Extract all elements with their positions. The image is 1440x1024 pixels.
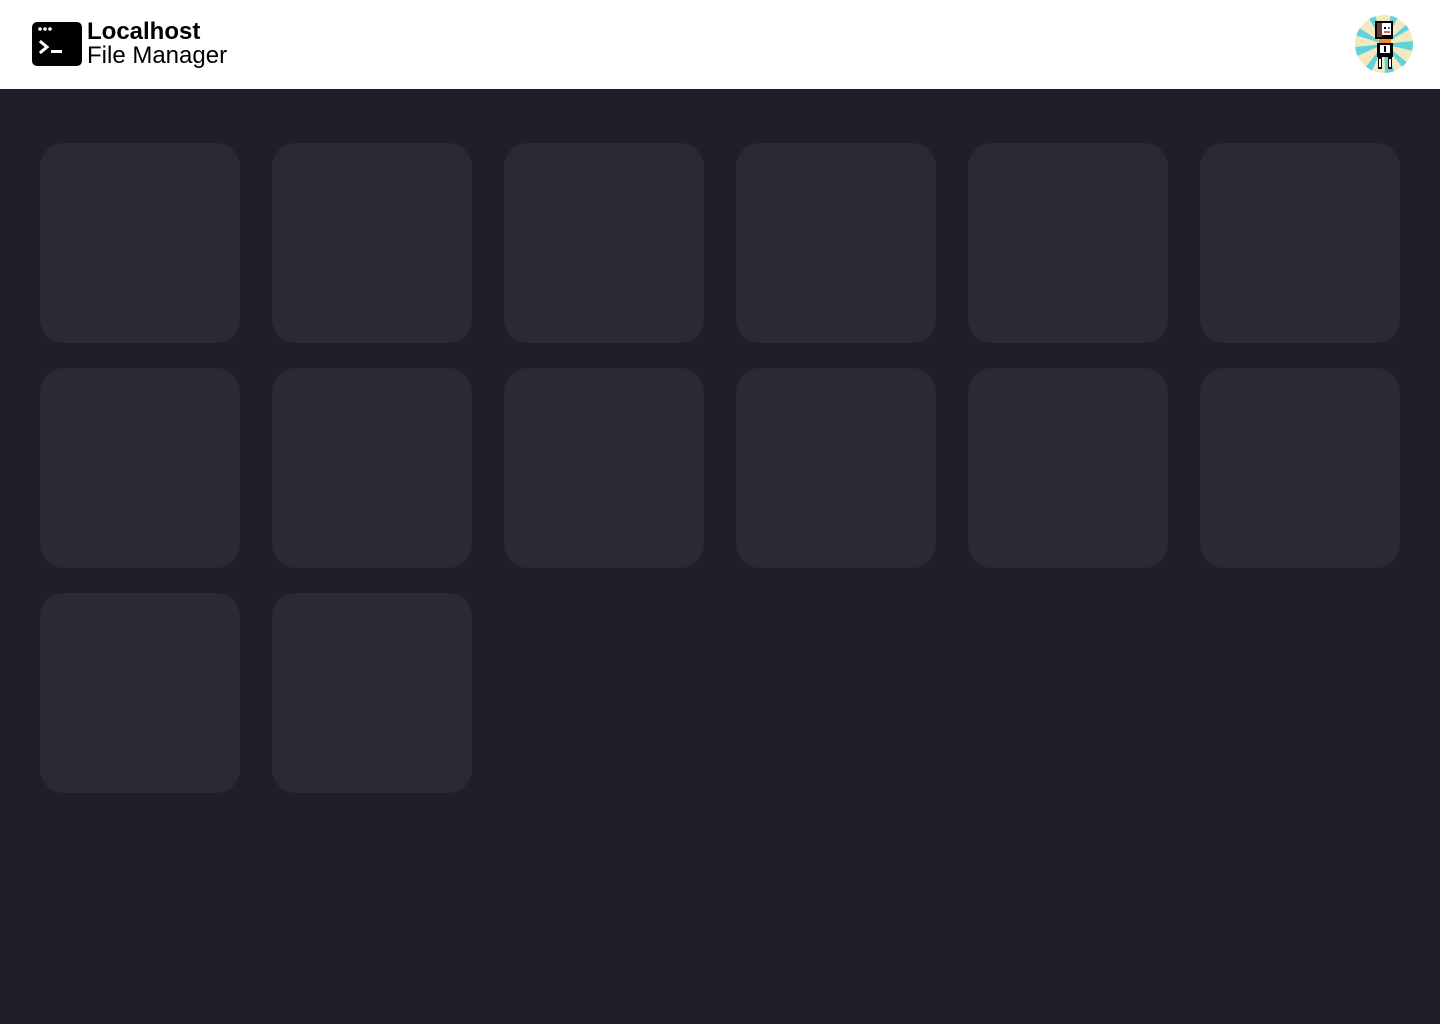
file-tile-placeholder[interactable]: [968, 368, 1168, 568]
terminal-icon: [32, 22, 82, 66]
brand-text: Localhost File Manager: [87, 20, 227, 68]
brand-subtitle: File Manager: [87, 42, 228, 69]
app-header: Localhost File Manager: [0, 0, 1440, 89]
brand-home-link[interactable]: Localhost File Manager: [32, 18, 227, 70]
brand-title: Localhost: [87, 18, 201, 45]
file-tile-placeholder[interactable]: [736, 143, 936, 343]
file-tile-placeholder[interactable]: [272, 593, 472, 793]
file-tile-placeholder[interactable]: [504, 368, 704, 568]
file-tile-placeholder[interactable]: [40, 368, 240, 568]
file-tile-placeholder[interactable]: [968, 143, 1168, 343]
file-tile-placeholder[interactable]: [1200, 368, 1400, 568]
file-tile-placeholder[interactable]: [40, 593, 240, 793]
file-tile-placeholder[interactable]: [272, 143, 472, 343]
pixel-avatar-icon: [1355, 15, 1413, 73]
user-avatar[interactable]: [1355, 15, 1413, 73]
file-tile-placeholder[interactable]: [1200, 143, 1400, 343]
file-tile-placeholder[interactable]: [504, 143, 704, 343]
file-tile-placeholder[interactable]: [736, 368, 936, 568]
file-grid: [40, 143, 1400, 793]
file-tile-placeholder[interactable]: [272, 368, 472, 568]
file-tile-placeholder[interactable]: [40, 143, 240, 343]
